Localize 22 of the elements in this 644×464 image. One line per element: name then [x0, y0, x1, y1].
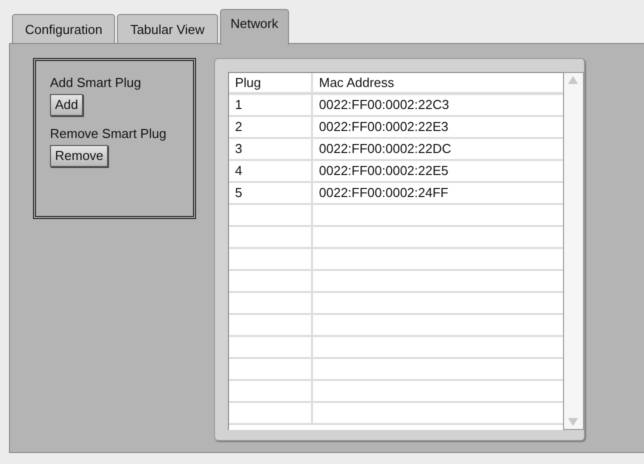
tab[interactable]: Network — [220, 9, 290, 45]
control-button[interactable]: Remove — [50, 145, 108, 167]
table-cell: 3 — [229, 139, 313, 159]
column-header: Plug — [229, 73, 313, 92]
table-cell-text: 0022:FF00:0002:22E5 — [318, 162, 450, 180]
control-label: Remove Smart Plug — [50, 126, 166, 142]
table-cell-text: 0022:FF00:0002:24FF — [318, 184, 450, 202]
control-button[interactable]: Add — [50, 94, 84, 116]
table-cell: 1 — [229, 95, 313, 115]
scroll-down-icon[interactable] — [568, 418, 578, 426]
scrollbar[interactable] — [562, 72, 584, 430]
table-cell: 2 — [229, 117, 313, 137]
table-cell: 4 — [229, 161, 313, 181]
table-cell: 5 — [229, 183, 313, 203]
tab[interactable]: Configuration — [12, 14, 116, 44]
tab[interactable]: Tabular View — [117, 14, 218, 44]
table-cell-text: 0022:FF00:0002:22C3 — [318, 96, 450, 114]
table-cell-text: 0022:FF00:0002:22DC — [318, 140, 452, 158]
column-header: Mac Address — [318, 74, 396, 92]
table-cell-text: 0022:FF00:0002:22E3 — [318, 118, 450, 136]
scroll-up-icon[interactable] — [568, 76, 578, 84]
control-label: Add Smart Plug — [50, 75, 142, 91]
